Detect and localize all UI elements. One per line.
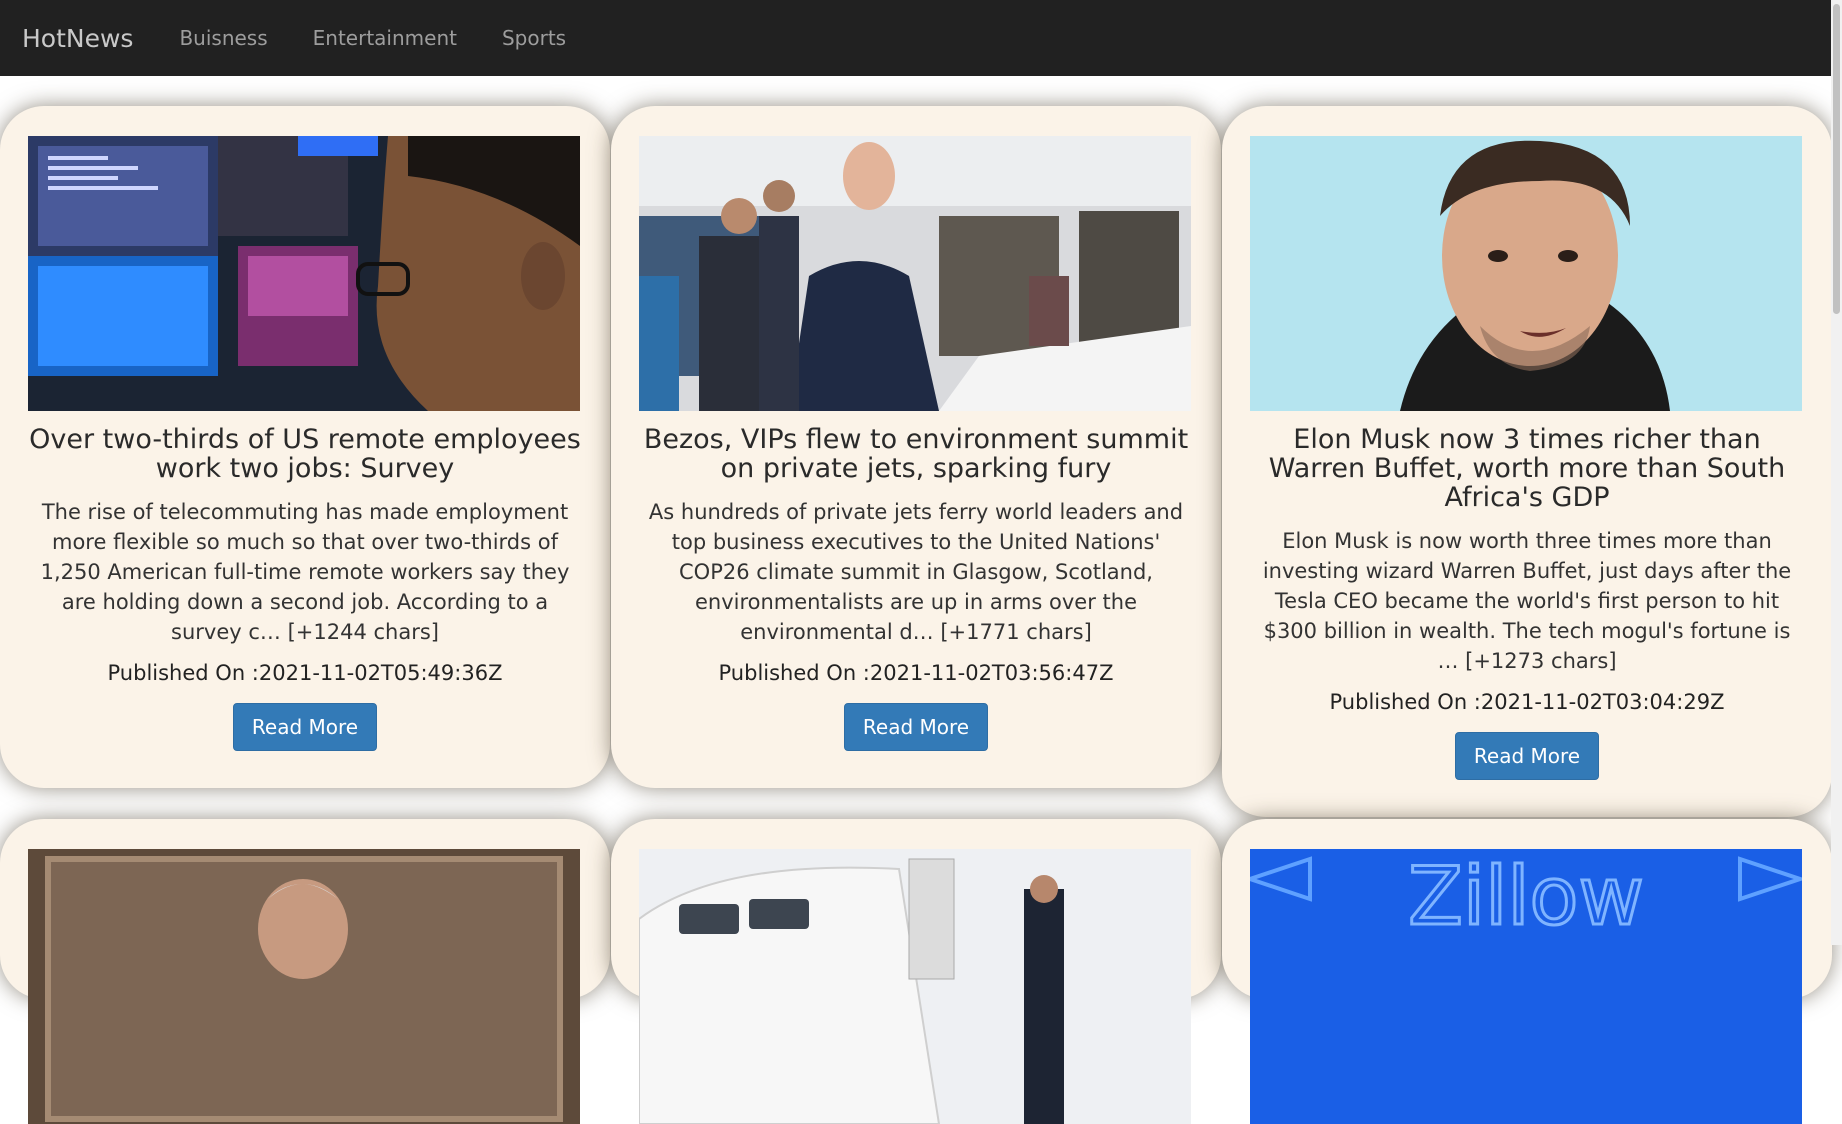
nav-link-entertainment[interactable]: Entertainment xyxy=(313,26,457,50)
read-more-button[interactable]: Read More xyxy=(232,703,378,751)
article-title: Bezos, VIPs flew to environment summit o… xyxy=(643,424,1189,484)
scrollbar-thumb[interactable] xyxy=(1833,4,1840,314)
article-image xyxy=(28,136,580,411)
read-more-button[interactable]: Read More xyxy=(1454,732,1600,780)
article-image xyxy=(639,136,1191,411)
read-more-button[interactable]: Read More xyxy=(843,703,989,751)
article-image xyxy=(28,849,580,1124)
article-image: Zillow xyxy=(1250,849,1802,1124)
news-card: Over two-thirds of US remote employees w… xyxy=(0,106,610,788)
article-published-date: Published On :2021-11-02T05:49:36Z xyxy=(107,661,503,685)
article-description: The rise of telecommuting has made emplo… xyxy=(40,500,570,644)
article-published-date: Published On :2021-11-02T03:04:29Z xyxy=(1329,690,1725,714)
news-card: Elon Musk now 3 times richer than Warren… xyxy=(1222,106,1832,817)
news-card xyxy=(611,819,1221,1124)
news-card: Zillow xyxy=(1222,819,1832,1124)
article-image xyxy=(639,849,1191,1124)
article-image xyxy=(1250,136,1802,411)
article-published-date: Published On :2021-11-02T03:56:47Z xyxy=(718,661,1114,685)
news-card: Bezos, VIPs flew to environment summit o… xyxy=(611,106,1221,788)
brand-logo[interactable]: HotNews xyxy=(22,24,133,53)
article-description: As hundreds of private jets ferry world … xyxy=(648,500,1184,644)
article-title: Over two-thirds of US remote employees w… xyxy=(29,424,581,484)
zillow-logo-text: Zillow xyxy=(1408,850,1644,943)
page-scrollbar[interactable] xyxy=(1831,0,1842,945)
article-description: Elon Musk is now worth three times more … xyxy=(1262,529,1792,673)
nav-link-sports[interactable]: Sports xyxy=(502,26,566,50)
article-title: Elon Musk now 3 times richer than Warren… xyxy=(1268,424,1786,513)
top-navbar: HotNews Buisness Entertainment Sports xyxy=(0,0,1831,76)
nav-link-business[interactable]: Buisness xyxy=(179,26,267,50)
news-card xyxy=(0,819,610,1124)
